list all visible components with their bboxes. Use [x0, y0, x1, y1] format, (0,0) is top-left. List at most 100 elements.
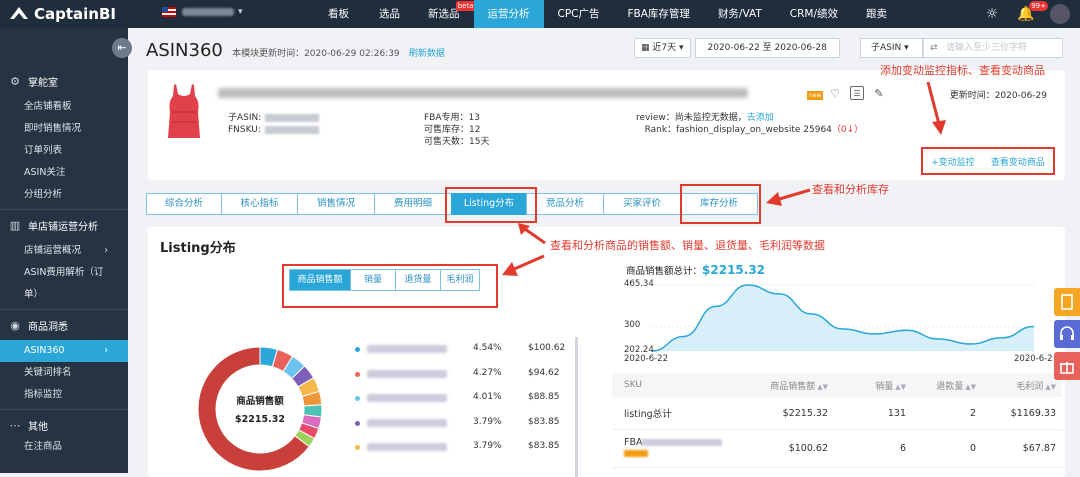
sidebar-item-keyword-rank[interactable]: 关键词排名 — [0, 362, 128, 384]
sidebar-section-insight[interactable]: ◉ 商品洞悉 — [0, 314, 128, 336]
donut-center-value: $2215.32 — [235, 414, 285, 425]
refresh-link[interactable]: 刷新数据 — [409, 49, 445, 59]
tab-reviews[interactable]: 买家评价 — [603, 193, 681, 215]
chevron-down-icon: ▾ — [238, 7, 243, 17]
heart-icon[interactable]: ♡ — [828, 86, 842, 100]
sidebar-item-listed[interactable]: 在注商品 — [0, 436, 128, 458]
legend-row[interactable]: 4.27% $94.62 — [353, 365, 583, 390]
sidebar-section-helm[interactable]: ⚙ 掌舵室 — [0, 70, 128, 92]
collapse-sidebar-icon[interactable]: ⇤ — [112, 38, 132, 58]
legend-row[interactable]: 4.01% $88.85 — [353, 389, 583, 414]
legend-scrollbar[interactable] — [575, 337, 578, 477]
product-title[interactable] — [218, 88, 748, 98]
legend-amount: $83.85 — [528, 441, 560, 451]
nav-cpc[interactable]: CPC广告 — [544, 0, 614, 28]
view-changes-link[interactable]: 查看变动商品 — [991, 155, 1045, 168]
nav-crm[interactable]: CRM/绩效 — [776, 0, 852, 28]
nav-new-selection-label: 新选品 — [428, 8, 460, 20]
bookmark-float-button[interactable] — [1054, 288, 1080, 316]
avatar[interactable] — [1050, 4, 1070, 24]
tab-core-metrics[interactable]: 核心指标 — [221, 193, 298, 215]
bell-icon[interactable]: 🔔 99+ — [1016, 1, 1048, 24]
nav-finance[interactable]: 财务/VAT — [704, 0, 776, 28]
sidebar-item-asin-fees[interactable]: ASIN费用解析（订 — [0, 262, 128, 284]
col-profit[interactable]: 毛利润 ▲▼ — [976, 379, 1056, 392]
cell-sales: $2215.32 — [782, 407, 828, 419]
col-qty-label: 销量 — [875, 381, 894, 392]
sidebar-section-other[interactable]: ⋯ 其他 — [0, 414, 128, 436]
nav-dashboard[interactable]: 看板 — [312, 0, 365, 28]
sidebar-item-store-overview[interactable]: 店铺运营概况 › — [0, 240, 128, 262]
nav-new-selection[interactable]: 新选品 beta — [414, 0, 476, 28]
page-header: ASIN360 本模块更新时间：2020-06-29 02:26:39 刷新数据 — [146, 40, 445, 61]
legend-amount: $100.62 — [528, 343, 566, 353]
sidebar-item-metric-monitor[interactable]: 指标监控 — [0, 384, 128, 406]
col-refund[interactable]: 退款量 ▲▼ — [906, 379, 976, 392]
nav-selection[interactable]: 选品 — [365, 0, 414, 28]
notify-badge: 99+ — [1029, 1, 1048, 11]
legend-sku-blurred — [367, 345, 447, 353]
asin-search-input[interactable]: ⇄ 请输入至少三位字符 — [923, 38, 1063, 58]
product-image[interactable] — [164, 82, 204, 140]
tab-fees[interactable]: 费用明细 — [374, 193, 452, 215]
col-qty[interactable]: 销量 ▲▼ — [828, 379, 906, 392]
tab-sales[interactable]: 销售情况 — [297, 193, 375, 215]
add-monitor-link[interactable]: +变动监控 — [931, 155, 975, 168]
sidebar-item-orders[interactable]: 订单列表 — [0, 140, 128, 162]
list-icon[interactable]: ☰ — [850, 86, 864, 100]
review-add-link[interactable]: 去添加 — [747, 113, 774, 123]
gear-icon: ⚙ — [10, 74, 20, 88]
asin-type-select[interactable]: 子ASIN ▾ — [860, 38, 923, 58]
available-stock: 可售库存：12 — [424, 125, 481, 135]
nav-follow[interactable]: 跟卖 — [852, 0, 901, 28]
legend-dot — [355, 371, 360, 377]
support-float-button[interactable] — [1054, 320, 1080, 348]
sidebar-item-store-board[interactable]: 全店铺看板 — [0, 96, 128, 118]
logo[interactable]: CaptainBI — [8, 4, 116, 24]
table-row[interactable]: listing总计 $2215.32 131 2 $1169.33 — [612, 397, 1062, 430]
legend-row[interactable]: 4.54% $100.62 — [353, 340, 583, 365]
tab-overview[interactable]: 综合分析 — [146, 193, 222, 215]
sidebar-item-asin-follow[interactable]: ASIN关注 — [0, 162, 128, 184]
annotation-listing: 查看和分析商品的销售额、销量、退货量、毛利润等数据 — [550, 239, 825, 252]
donut-legend: 4.54% $100.62 4.27% $94.62 4.01% $88.85 3.79% $… — [353, 340, 583, 463]
app-name: CaptainBI — [34, 5, 116, 23]
sidebar-item-asin-fees-cont[interactable]: 单） — [0, 284, 128, 306]
nav-fba[interactable]: FBA库存管理 — [614, 0, 704, 28]
page-title: ASIN360 — [146, 40, 223, 61]
col-sales[interactable]: 商品销售额 ▲▼ — [742, 379, 828, 392]
sidebar-section-label: 单店铺运营分析 — [28, 221, 98, 233]
sales-trend-chart[interactable] — [620, 279, 1040, 361]
sort-icon: ▲▼ — [965, 382, 976, 391]
us-flag-icon — [162, 7, 176, 17]
legend-row[interactable]: 3.79% $83.85 — [353, 438, 583, 463]
captain-logo-icon — [10, 7, 28, 19]
sidebar-item-realtime-sales[interactable]: 即时销售情况 — [0, 118, 128, 140]
product-update-time: 更新时间：2020-06-29 — [949, 91, 1047, 101]
tab-competitors[interactable]: 竞品分析 — [526, 193, 604, 215]
annotation-arrow-monitor — [926, 81, 946, 135]
store-name — [182, 8, 234, 16]
legend-amount: $94.62 — [528, 367, 560, 378]
sun-icon[interactable]: ☼ — [982, 4, 1002, 24]
sidebar-item-asin360[interactable]: ASIN360 › — [0, 340, 128, 362]
main-nav: 看板 选品 新选品 beta 运营分析 CPC广告 FBA库存管理 财务/VAT … — [312, 0, 901, 28]
table-header: SKU 商品销售额 ▲▼ 销量 ▲▼ 退款量 ▲▼ 毛利润 ▲▼ — [612, 373, 1062, 397]
donut-center-label: 商品销售额 — [236, 396, 284, 407]
sidebar-section-store-ops[interactable]: ▥ 单店铺运营分析 — [0, 214, 128, 236]
gift-float-button[interactable] — [1054, 352, 1080, 380]
sidebar-item-group-analysis[interactable]: 分组分析 — [0, 184, 128, 206]
edit-icon[interactable]: ✎ — [872, 86, 886, 100]
review-label: review：尚未监控无数据， — [636, 113, 747, 123]
period-select[interactable]: ▦ 近7天 ▾ — [634, 38, 691, 58]
fnsku-value — [264, 125, 319, 134]
date-range-input[interactable]: 2020-06-22 至 2020-06-28 — [694, 38, 840, 58]
fba-dedicated: FBA专用：13 — [424, 113, 480, 123]
nav-operations[interactable]: 运营分析 — [473, 0, 544, 28]
legend-row[interactable]: 3.79% $83.85 — [353, 414, 583, 439]
table-row[interactable]: FBA $100.62 6 0 $67.87 — [612, 430, 1062, 468]
available-days: 可售天数：15天 — [424, 137, 490, 147]
annotation-monitor: 添加变动监控指标、查看变动商品 — [880, 64, 1045, 77]
rank-label: Rank：fashion_display_on_website 25964 — [644, 125, 832, 135]
store-selector[interactable]: ▾ — [162, 7, 243, 17]
